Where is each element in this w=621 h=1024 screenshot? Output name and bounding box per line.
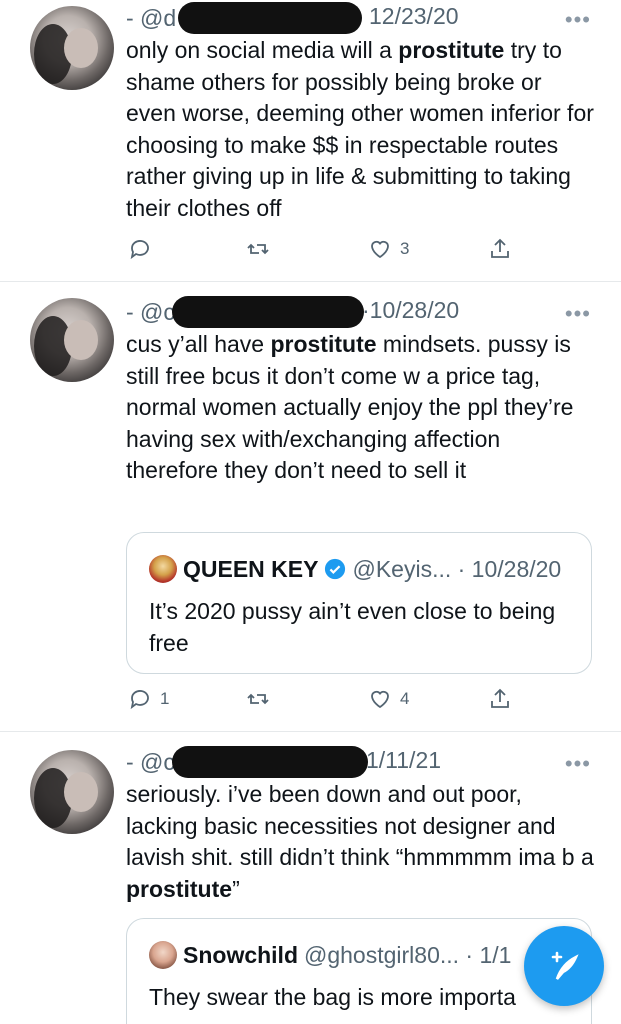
compose-button[interactable] <box>524 926 604 1006</box>
share-button[interactable] <box>488 234 512 264</box>
reply-button[interactable]: 1 <box>128 684 169 714</box>
like-count: 4 <box>400 689 410 708</box>
retweet-icon <box>247 243 269 255</box>
quoted-tweet-text: They swear the bag is more importa <box>149 984 516 1010</box>
like-count: 3 <box>400 239 410 258</box>
tweet-header: - @c ·10/28/20 <box>126 296 586 328</box>
tweet-text: seriously. i’ve been down and out poor, … <box>126 781 594 902</box>
author-handle[interactable]: - @c <box>126 299 175 326</box>
tweet-date[interactable]: 12/23/20 <box>369 3 459 30</box>
avatar[interactable] <box>30 298 114 382</box>
reply-button[interactable] <box>128 234 152 264</box>
share-button[interactable] <box>488 684 512 714</box>
more-icon[interactable]: ••• <box>565 753 591 775</box>
quoted-author-handle: @ghostgirl80... · 1/1 <box>304 941 512 968</box>
retweet-button[interactable] <box>246 234 270 264</box>
redacted-name <box>178 2 362 34</box>
like-icon <box>371 240 389 259</box>
tweet-text: cus y’all have prostitute mindsets. puss… <box>126 331 574 483</box>
reply-icon <box>130 690 149 710</box>
quoted-author-name: Snowchild <box>183 941 298 968</box>
quoted-tweet-text: It’s 2020 pussy ain’t even close to bein… <box>149 598 556 656</box>
tweet-date[interactable]: ·10/28/20 <box>362 297 459 324</box>
more-icon[interactable]: ••• <box>565 303 591 325</box>
retweet-button[interactable] <box>246 684 270 714</box>
tweet[interactable]: - @d 12/23/20 ••• only on social media w… <box>0 0 621 282</box>
quoted-tweet-header: Snowchild @ghostgirl80... · 1/1 <box>149 941 511 969</box>
redacted-name <box>172 746 368 778</box>
avatar[interactable] <box>30 750 114 834</box>
tweet-text: only on social media will a prostitute t… <box>126 37 594 221</box>
author-handle[interactable]: - @c <box>126 749 175 776</box>
author-handle[interactable]: - @d <box>126 5 176 32</box>
more-icon[interactable]: ••• <box>565 9 591 31</box>
quoted-tweet-header: QUEEN KEY @Keyis... · 10/28/20 <box>149 555 561 583</box>
tweet-actions: 1 4 <box>126 684 526 714</box>
tweet-header: - @d 12/23/20 <box>126 2 586 34</box>
reply-icon <box>130 240 149 260</box>
tweet-date[interactable]: 1/11/21 <box>366 747 441 774</box>
redacted-name <box>172 296 364 328</box>
tweet-header: - @c 1/11/21 <box>126 746 586 778</box>
reply-count: 1 <box>160 689 170 708</box>
avatar <box>149 555 177 583</box>
retweet-icon <box>247 693 269 705</box>
like-icon <box>371 690 389 709</box>
share-icon <box>491 238 509 258</box>
verified-icon <box>325 558 346 580</box>
share-icon <box>491 688 509 708</box>
compose-icon <box>551 951 579 980</box>
quoted-tweet[interactable]: Snowchild @ghostgirl80... · 1/1 They swe… <box>126 918 592 1024</box>
like-button[interactable]: 4 <box>368 684 409 714</box>
tweet-actions: 3 <box>126 234 526 264</box>
quoted-author-name: QUEEN KEY <box>183 555 319 582</box>
quoted-author-handle: @Keyis... · 10/28/20 <box>352 555 562 582</box>
tweet[interactable]: - @c ·10/28/20 ••• cus y’all have prosti… <box>0 282 621 732</box>
avatar <box>149 941 177 969</box>
avatar[interactable] <box>30 6 114 90</box>
quoted-tweet[interactable]: QUEEN KEY @Keyis... · 10/28/20 It’s 2020… <box>126 532 592 674</box>
like-button[interactable]: 3 <box>368 234 409 264</box>
